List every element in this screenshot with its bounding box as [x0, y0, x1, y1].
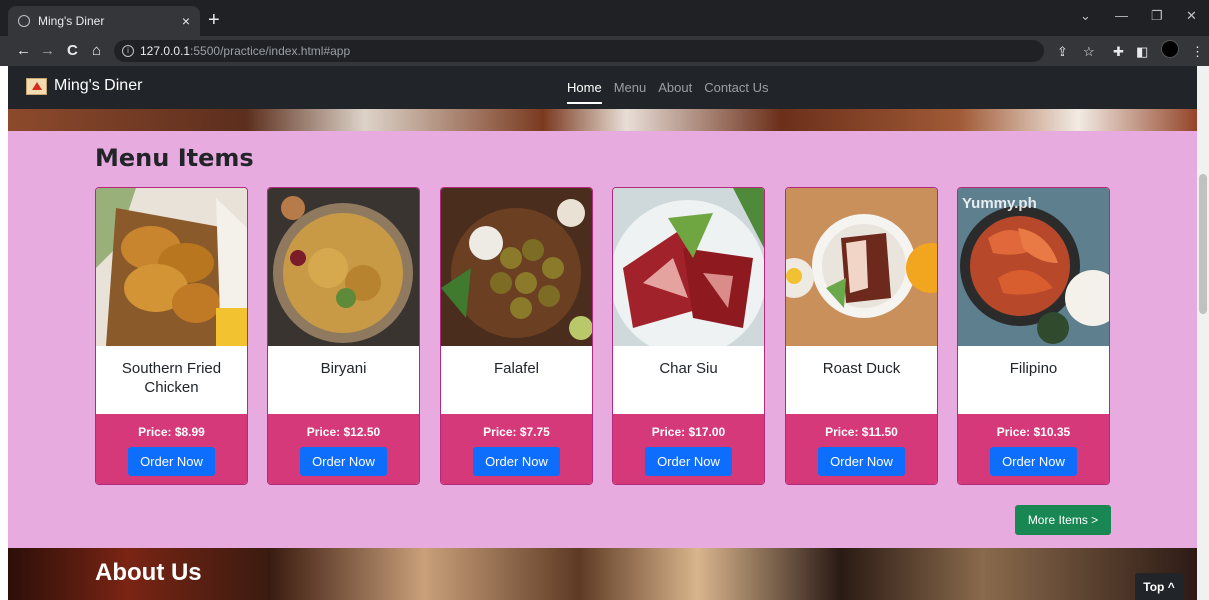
back-icon[interactable]: ←: [16, 41, 31, 61]
card-footer: Price: $17.00 Order Now: [613, 414, 764, 484]
card-footer: Price: $10.35 Order Now: [958, 414, 1109, 484]
diner-logo-icon: [26, 77, 47, 95]
site-navbar: Ming's Diner Home Menu About Contact Us: [8, 66, 1197, 109]
bookmark-star-icon[interactable]: ☆: [1083, 44, 1095, 60]
order-now-button[interactable]: Order Now: [990, 447, 1077, 476]
card-footer: Price: $7.75 Order Now: [441, 414, 592, 484]
menu-item-price: Price: $7.75: [483, 425, 550, 439]
address-toolbar: ← → C ⌂ i 127.0.0.1:5500/practice/index.…: [0, 36, 1209, 66]
scrollbar-thumb[interactable]: [1199, 174, 1207, 314]
menu-item-price: Price: $12.50: [306, 425, 381, 439]
menu-card-southern-fried-chicken: Southern Fried Chicken Price: $8.99 Orde…: [95, 187, 248, 485]
more-items-button[interactable]: More Items >: [1015, 505, 1111, 535]
side-panel-icon[interactable]: ◧: [1136, 44, 1148, 60]
menu-section: Menu Items Southern Fried Chicken Price:…: [8, 131, 1197, 548]
share-icon[interactable]: ⇪: [1057, 44, 1068, 60]
extensions-icon[interactable]: ✚: [1113, 44, 1124, 60]
brand[interactable]: Ming's Diner: [26, 77, 142, 95]
nav-link-contact[interactable]: Contact Us: [704, 80, 768, 104]
url-path: :5500/practice/index.html#app: [190, 44, 351, 58]
hero-image-strip: [8, 109, 1197, 131]
restore-icon[interactable]: ❐: [1151, 8, 1163, 24]
url-host: 127.0.0.1: [140, 44, 191, 58]
menu-card-char-siu: Char Siu Price: $17.00 Order Now: [612, 187, 765, 485]
roast-duck-image: [786, 188, 937, 346]
nav-link-menu[interactable]: Menu: [614, 80, 647, 104]
menu-item-name: Southern Fried Chicken: [121, 360, 222, 396]
menu-card-biryani: Biryani Price: $12.50 Order Now: [267, 187, 420, 485]
order-now-button[interactable]: Order Now: [300, 447, 387, 476]
page-scrollbar[interactable]: [1197, 66, 1209, 600]
menu-item-name: Biryani: [320, 360, 367, 377]
brand-name: Ming's Diner: [54, 77, 143, 94]
menu-item-price: Price: $8.99: [138, 425, 205, 439]
reload-icon[interactable]: C: [67, 41, 78, 61]
minimize-icon[interactable]: —: [1115, 8, 1128, 23]
menu-item-price: Price: $17.00: [651, 425, 726, 439]
tab-close-icon[interactable]: ×: [182, 13, 190, 29]
menu-item-price: Price: $10.35: [996, 425, 1071, 439]
menu-item-name: Falafel: [493, 360, 540, 377]
card-footer: Price: $8.99 Order Now: [96, 414, 247, 484]
globe-icon: [18, 15, 30, 27]
window-close-icon[interactable]: ✕: [1186, 8, 1197, 24]
page-viewport: Ming's Diner Home Menu About Contact Us …: [8, 66, 1197, 600]
menu-card-roast-duck: Roast Duck Price: $11.50 Order Now: [785, 187, 938, 485]
char-siu-image: [613, 188, 764, 346]
menu-item-price: Price: $11.50: [825, 425, 898, 439]
browser-tab[interactable]: Ming's Diner ×: [8, 6, 200, 36]
menu-dots-icon[interactable]: ⋮: [1191, 44, 1204, 60]
home-icon[interactable]: ⌂: [92, 41, 101, 61]
tab-title: Ming's Diner: [38, 14, 105, 28]
back-to-top-button[interactable]: Top ^: [1135, 573, 1183, 600]
fried-chicken-image: [96, 188, 247, 346]
tab-search-icon[interactable]: ⌄: [1080, 8, 1091, 24]
order-now-button[interactable]: Order Now: [645, 447, 732, 476]
filipino-dish-image: Yummy.ph: [958, 188, 1109, 346]
forward-icon[interactable]: →: [40, 41, 55, 61]
site-info-icon[interactable]: i: [122, 45, 134, 57]
nav-link-about[interactable]: About: [658, 80, 692, 104]
about-title: About Us: [95, 559, 202, 586]
nav-links: Home Menu About Contact Us: [567, 80, 769, 104]
menu-card-falafel: Falafel Price: $7.75 Order Now: [440, 187, 593, 485]
order-now-button[interactable]: Order Now: [818, 447, 905, 476]
menu-item-name: Roast Duck: [822, 360, 901, 377]
url-bar[interactable]: i 127.0.0.1:5500/practice/index.html#app: [114, 40, 1044, 62]
order-now-button[interactable]: Order Now: [473, 447, 560, 476]
card-footer: Price: $11.50 Order Now: [786, 414, 937, 484]
browser-tab-bar: Ming's Diner × + ⌄ — ❐ ✕: [0, 0, 1209, 36]
menu-card-filipino: Yummy.ph Filipino Price: $10.35 Order No…: [957, 187, 1110, 485]
profile-avatar[interactable]: [1161, 40, 1179, 58]
menu-title: Menu Items: [95, 144, 254, 172]
about-section: About Us: [8, 548, 1197, 600]
biryani-image: [268, 188, 419, 346]
order-now-button[interactable]: Order Now: [128, 447, 215, 476]
menu-item-name: Filipino: [1009, 360, 1058, 377]
yummy-watermark: Yummy.ph: [962, 195, 1037, 212]
card-footer: Price: $12.50 Order Now: [268, 414, 419, 484]
menu-item-name: Char Siu: [659, 360, 718, 377]
new-tab-icon[interactable]: +: [208, 8, 220, 32]
falafel-image: [441, 188, 592, 346]
nav-link-home[interactable]: Home: [567, 80, 602, 104]
